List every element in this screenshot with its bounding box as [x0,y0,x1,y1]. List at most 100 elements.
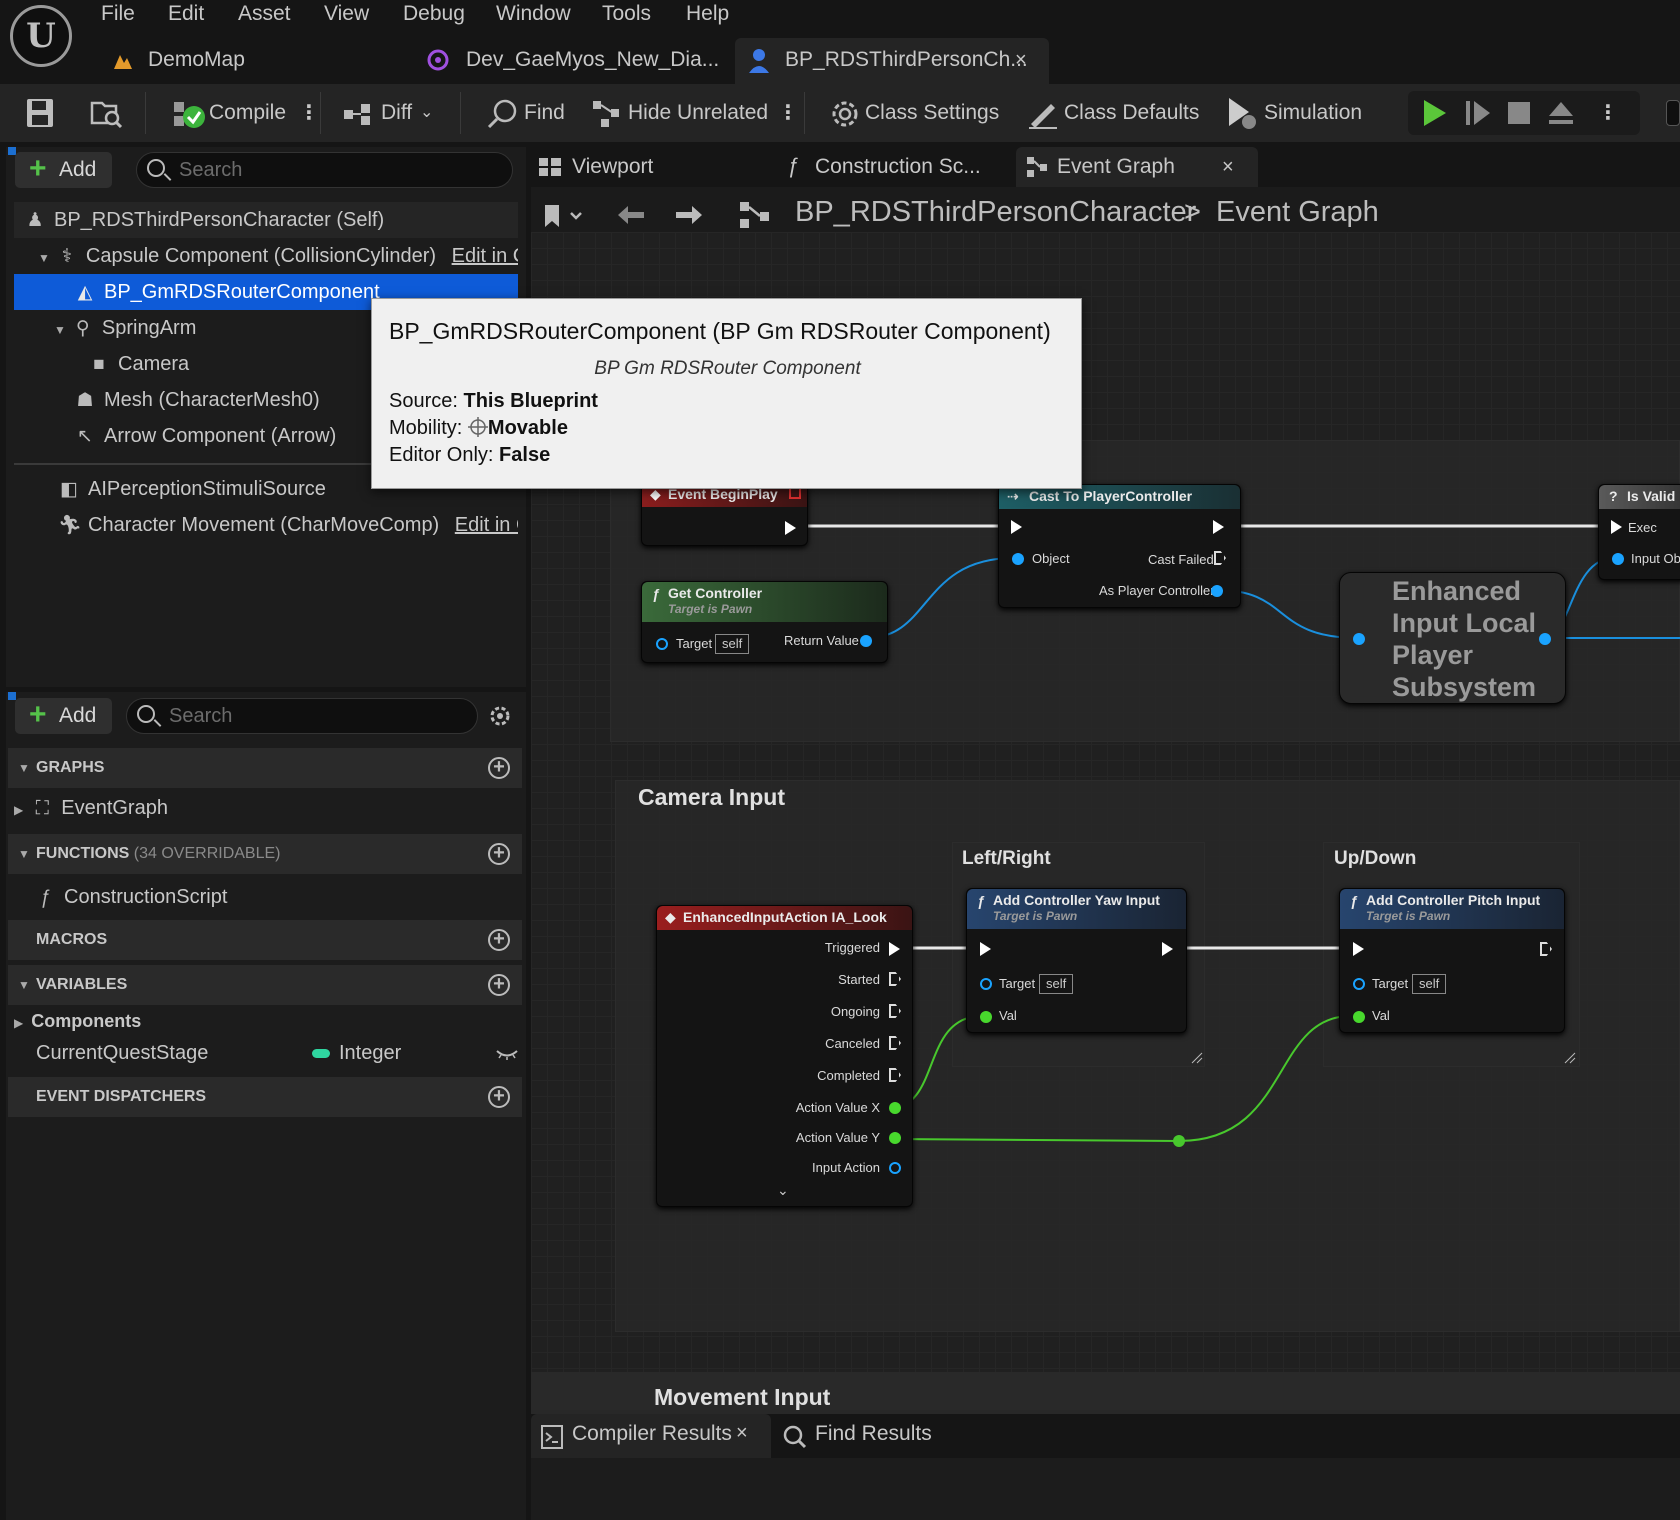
breadcrumb-event-graph[interactable]: Event Graph [1216,196,1379,229]
target-self-field[interactable]: self [1039,974,1074,994]
tree-item-mesh[interactable]: ☗ Mesh (CharacterMesh0) [74,382,319,418]
doc-tab-demomap[interactable]: DemoMap [148,38,245,82]
target-pin[interactable] [656,638,668,650]
settings-gear-icon[interactable] [488,704,512,728]
add-component-button[interactable]: Add [15,151,112,188]
tree-item-router-component[interactable]: ◭ BP_GmRDSRouterComponent [74,274,380,310]
node-cast-to-playercontroller[interactable]: ⇢ Cast To PlayerController Object Cast F… [998,484,1241,608]
expand-arrow-icon[interactable]: ▶ [14,1016,23,1030]
hide-unrelated-button[interactable]: Hide Unrelated [628,84,768,142]
add-function-icon[interactable]: + [488,843,510,865]
unreal-logo-icon[interactable]: U [10,5,72,67]
class-settings-button[interactable]: Class Settings [865,84,999,142]
exec-in-pin[interactable] [1353,942,1364,956]
forward-arrow-icon[interactable] [674,204,704,226]
action-value-x-pin[interactable] [889,1102,901,1114]
blueprint-search-input[interactable]: Search [126,698,478,734]
visibility-eye-icon[interactable] [496,1047,518,1060]
gear-icon[interactable] [829,98,861,130]
return-value-pin[interactable] [860,635,872,647]
exec-in-pin[interactable] [1011,520,1022,534]
tree-item-capsule[interactable]: ▼ ⚕ Capsule Component (CollisionCylinder) … [38,238,518,274]
compile-status-icon[interactable] [172,98,206,130]
tree-item-camera[interactable]: ■ Camera [88,346,189,382]
hide-unrelated-options-icon[interactable]: ⋮ [778,84,798,142]
stop-icon[interactable] [1508,102,1530,124]
node-is-valid[interactable]: ? Is Valid Exec Input Obj [1598,484,1680,580]
find-button[interactable]: Find [524,84,565,142]
started-pin[interactable] [889,972,901,986]
canceled-pin[interactable] [889,1036,901,1050]
exec-in-pin[interactable] [980,942,991,956]
compile-options-icon[interactable]: ⋮ [299,84,319,142]
input-action-pin[interactable] [889,1162,901,1174]
play-options-icon[interactable]: ⋮ [1598,84,1618,142]
menu-window[interactable]: Window [496,1,571,27]
bookmark-icon[interactable] [543,203,585,229]
close-tab-icon[interactable]: × [1015,38,1027,82]
class-defaults-button[interactable]: Class Defaults [1064,84,1199,142]
action-value-y-pin[interactable] [889,1132,901,1144]
simulation-button[interactable]: Simulation [1264,84,1362,142]
function-item-construction-script[interactable]: ƒ ConstructionScript [34,879,228,915]
collapse-arrow-icon[interactable]: ▼ [18,748,30,788]
functions-section-header[interactable]: ▼ FUNCTIONS (34 OVERRIDABLE) + [8,834,522,874]
doc-tab-bp-character[interactable]: BP_RDSThirdPersonCh... [785,38,1028,82]
graphs-section-header[interactable]: ▼ GRAPHS + [8,748,522,788]
cast-failed-pin[interactable] [1214,551,1226,565]
macros-section-header[interactable]: MACROS + [8,920,522,960]
node-get-controller[interactable]: ƒ Get Controller Target is Pawn Target s… [641,581,888,663]
exec-out-pin[interactable] [1540,942,1552,956]
menu-edit[interactable]: Edit [168,1,204,27]
event-dispatchers-section-header[interactable]: EVENT DISPATCHERS + [8,1077,522,1117]
val-pin[interactable] [980,1011,992,1023]
tab-compiler-results[interactable]: Compiler Results [572,1422,732,1446]
menu-file[interactable]: File [101,1,135,27]
collapse-arrow-icon[interactable]: ▼ [18,834,30,874]
tree-item-arrow[interactable]: ↖ Arrow Component (Arrow) [74,418,336,454]
tab-find-results[interactable]: Find Results [815,1422,932,1446]
chevron-down-icon[interactable]: ⌄ [777,1182,789,1199]
expand-arrow-icon[interactable]: ▼ [38,251,50,265]
target-self-field[interactable]: self [715,634,750,654]
expand-arrow-icon[interactable]: ▶ [14,803,23,817]
browse-asset-icon[interactable] [90,97,124,129]
breadcrumb-blueprint[interactable]: BP_RDSThirdPersonCharacter [795,196,1196,229]
find-icon[interactable] [487,99,519,129]
back-arrow-icon[interactable] [616,204,646,226]
step-icon[interactable] [1465,100,1491,126]
node-enhanced-input-subsystem[interactable]: Enhanced Input Local Player Subsystem [1339,572,1566,704]
graph-item-eventgraph[interactable]: ▶ ⛶ EventGraph [14,790,168,826]
add-variable-icon[interactable]: + [488,974,510,996]
diff-icon[interactable] [343,102,379,126]
add-blueprint-item-button[interactable]: Add [15,697,112,734]
diff-button[interactable]: Diff [381,84,412,142]
as-player-controller-pin[interactable] [1211,585,1223,597]
triggered-pin[interactable] [889,942,900,956]
doc-tab-dialogue[interactable]: Dev_GaeMyos_New_Dia... [466,38,719,82]
menu-help[interactable]: Help [686,1,729,27]
close-tab-icon[interactable]: × [736,1422,748,1445]
simulation-icon[interactable] [1225,96,1259,130]
add-dispatcher-icon[interactable]: + [488,1086,510,1108]
collapse-arrow-icon[interactable]: ▼ [18,965,30,1005]
subsystem-in-pin[interactable] [1353,633,1365,645]
exec-out-pin[interactable] [1162,942,1173,956]
target-pin[interactable] [980,978,992,990]
tab-event-graph[interactable]: Event Graph [1057,147,1175,187]
ongoing-pin[interactable] [889,1004,901,1018]
val-pin[interactable] [1353,1011,1365,1023]
target-pin[interactable] [1353,978,1365,990]
object-pin[interactable] [1012,553,1024,565]
node-input-action-ia-look[interactable]: ◆ EnhancedInputAction IA_Look Triggered … [656,905,913,1207]
platforms-button[interactable] [1666,100,1680,126]
exec-in-pin[interactable] [1611,520,1622,534]
components-search-input[interactable]: Search [136,152,513,188]
variables-section-header[interactable]: ▼ VARIABLES + [8,965,522,1005]
tab-viewport[interactable]: Viewport [572,147,653,187]
tab-construction-script[interactable]: Construction Sc... [815,147,981,187]
close-tab-icon[interactable]: × [1222,147,1234,187]
add-graph-icon[interactable]: + [488,757,510,779]
add-macro-icon[interactable]: + [488,929,510,951]
expand-arrow-icon[interactable]: ▼ [54,323,66,337]
